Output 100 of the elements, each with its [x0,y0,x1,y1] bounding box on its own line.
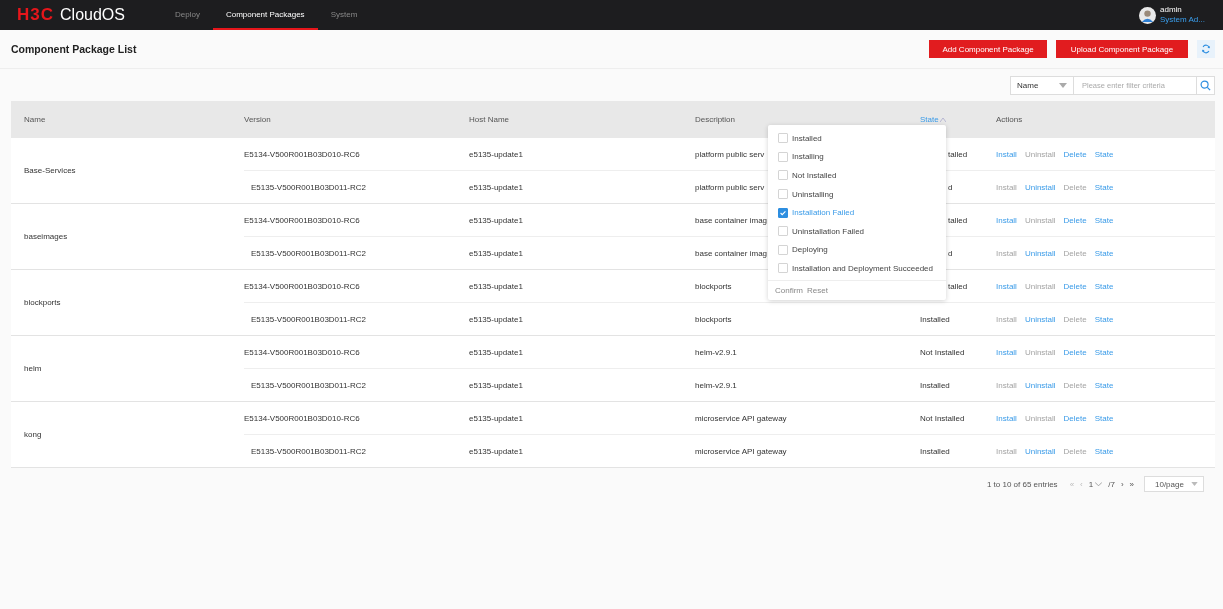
table-cell: d [948,248,953,258]
action-link[interactable]: State [1094,281,1114,291]
entries-summary: 1 to 10 of 65 entries [986,479,1058,489]
table-cell: talled [948,281,968,291]
table-cell: Not Installed [920,413,965,423]
reset-link[interactable]: Reset [807,285,828,295]
table-cell: baseimages [24,232,68,241]
table-cell: helm-v2.9.1 [695,347,737,357]
table-cell: e5135-update1 [469,215,523,225]
table-cell: e5135-update1 [469,314,523,324]
table-cell: E5134-V500R001B03D010-RC6 [244,281,360,291]
table-cell-text: E5135-V500R001B03D011-RC2 [250,380,367,390]
table-cell: microservice API gateway [695,446,787,456]
checkbox[interactable] [778,207,788,218]
sort-caret-icon [939,117,946,122]
column-header: Host Name [469,115,509,124]
table-cell: E5134-V500R001B03D010-RC6 [244,149,360,159]
action-link[interactable]: State [1094,347,1114,357]
dropdown-arrow-icon [1191,482,1198,486]
table-cell: microservice API gateway [695,413,787,423]
previous-page-button[interactable]: ‹ [1080,479,1083,489]
search-button[interactable] [1196,75,1215,95]
table-cell: E5134-V500R001B03D010-RC6 [244,413,360,423]
filter-option[interactable]: Deploying [778,240,936,260]
avatar-icon[interactable] [1139,6,1156,24]
action-link[interactable]: Install [996,281,1017,291]
action-link[interactable]: Uninstall [1024,248,1056,258]
table-cell: e5135-update1 [469,248,523,258]
action-link[interactable]: State [1094,182,1114,192]
nav-tab[interactable]: Component Packages [212,0,318,30]
first-page-button[interactable]: « [1069,479,1075,489]
page-select[interactable]: 1 [1088,479,1103,489]
column-header[interactable]: State [920,115,946,124]
filter-option[interactable]: Uninstalling [778,184,936,204]
table-cell: kong [24,430,42,439]
action-link[interactable]: Delete [1063,215,1087,225]
table-cell: e5135-update1 [469,380,523,390]
table-cell: Installed [920,380,950,390]
confirm-link[interactable]: Confirm [775,285,803,295]
action-link[interactable]: State [1094,380,1114,390]
filter-option[interactable]: Not Installed [778,166,936,185]
filter-option[interactable]: Uninstallation Failed [778,221,936,241]
action-link[interactable]: State [1094,149,1114,159]
action-link[interactable]: Uninstall [1024,314,1056,324]
table-cell: Base-Services [24,166,76,175]
primary-button[interactable]: Upload Component Package [1056,40,1188,58]
action-link[interactable]: State [1094,215,1114,225]
refresh-icon [1201,44,1211,54]
table-cell: platform public serv [695,182,765,192]
action-link[interactable]: Delete [1063,347,1087,357]
page-total: /7 [1108,479,1115,489]
next-page-button[interactable]: › [1120,479,1124,489]
table-cell: e5135-update1 [469,182,523,192]
action-link[interactable]: Install [996,149,1017,159]
table-cell-text: E5135-V500R001B03D011-RC2 [250,314,367,324]
table-cell-text: E5135-V500R001B03D011-RC2 [250,182,367,192]
table-cell: talled [948,215,968,225]
table-cell: helm-v2.9.1 [695,380,737,390]
action-link[interactable]: State [1094,413,1114,423]
column-header: Version [244,115,271,124]
dropdown-arrow-icon [1059,82,1067,88]
refresh-button[interactable] [1197,40,1215,58]
action-link[interactable]: Install [996,347,1017,357]
filter-option[interactable]: Installation Failed [778,203,936,222]
table-cell: E5134-V500R001B03D010-RC6 [244,215,360,225]
table-cell: blockports [695,314,732,324]
table-cell: base container imag [695,248,768,258]
action-link[interactable]: Uninstall [1024,446,1056,456]
table-cell: Installed [920,446,950,456]
table-cell: e5135-update1 [469,446,523,456]
action-link[interactable]: Uninstall [1024,182,1056,192]
table-cell: Installed [920,314,950,324]
user-name: admin [1160,5,1183,15]
action-link[interactable]: Delete [1063,281,1087,291]
filter-option[interactable]: Installed [778,129,936,148]
filter-field-select[interactable]: Name [1010,75,1074,95]
caret-icon [1095,481,1103,487]
action-link[interactable]: State [1094,248,1114,258]
table-cell-text: E5135-V500R001B03D011-RC2 [250,446,367,456]
nav-tab[interactable]: System [317,0,371,30]
column-header: Actions [996,115,1023,124]
table-cell: e5135-update1 [469,413,523,423]
primary-button[interactable]: Add Component Package [929,40,1047,58]
action-link[interactable]: Install [996,215,1017,225]
table-cell-text: E5135-V500R001B03D011-RC2 [250,248,367,258]
action-link[interactable]: State [1094,446,1114,456]
action-link[interactable]: Uninstall [1024,380,1056,390]
page-size-select[interactable]: 10/page [1144,476,1204,492]
nav-tab[interactable]: Deploy [162,0,213,30]
table-cell: blockports [695,281,732,291]
user-role: System Ad... [1160,15,1205,25]
last-page-button[interactable]: » [1129,479,1134,489]
action-link[interactable]: Delete [1063,413,1087,423]
filter-option[interactable]: Installation and Deployment Succeeded [778,259,936,278]
action-link[interactable]: Install [996,413,1017,423]
filter-option[interactable]: Installing [778,147,936,167]
table-cell: Not Installed [920,347,965,357]
table-cell: d [948,182,953,192]
action-link[interactable]: State [1094,314,1114,324]
action-link[interactable]: Delete [1063,149,1087,159]
